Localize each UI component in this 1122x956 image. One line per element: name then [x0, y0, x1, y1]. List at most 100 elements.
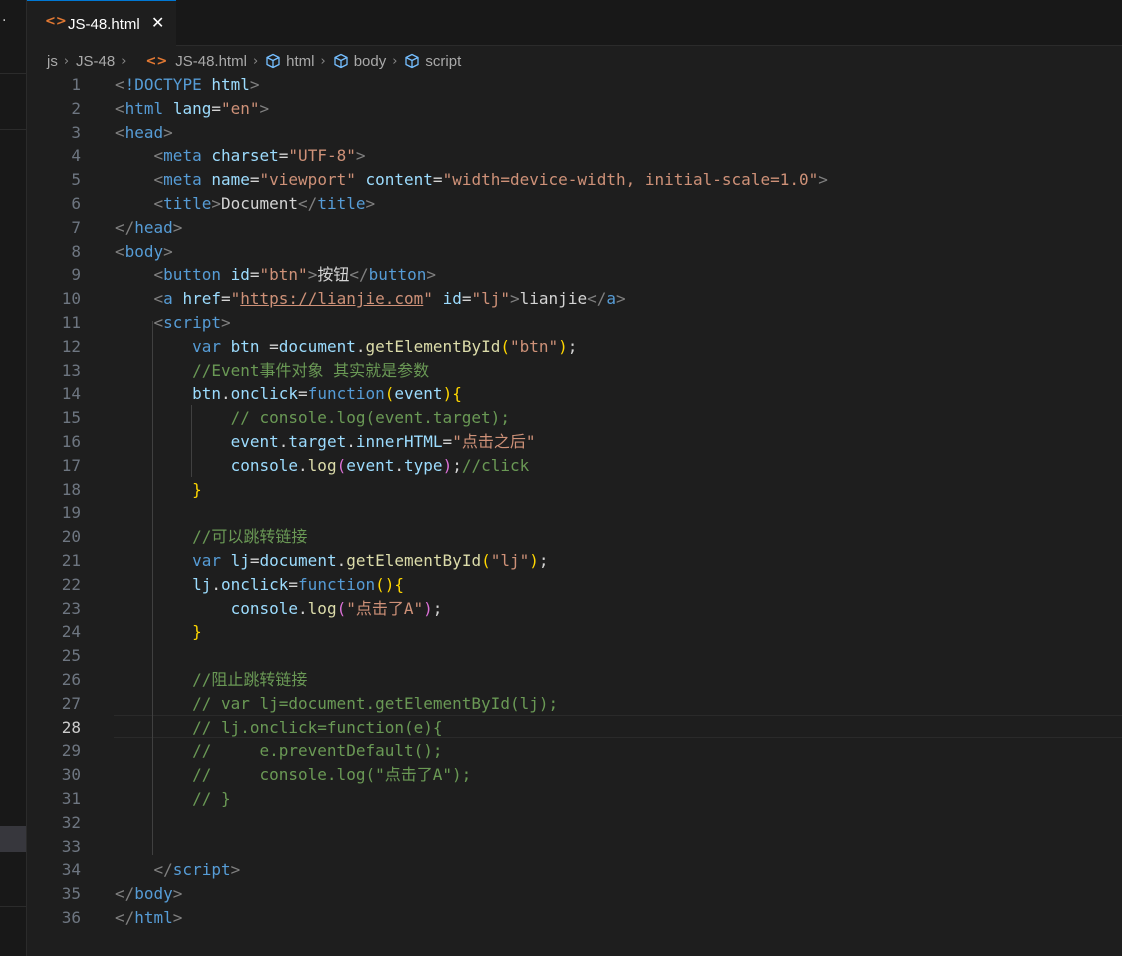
code-line[interactable]: 1 <!DOCTYPE html> [27, 73, 1122, 97]
code-line[interactable]: 26 //阻止跳转链接 [27, 668, 1122, 692]
code-line[interactable]: 18 } [27, 478, 1122, 502]
breadcrumb-item[interactable]: js [47, 53, 58, 70]
code-text: btn.onclick=function(event){ [192, 384, 462, 404]
line-number: 4 [71, 146, 81, 166]
code-line[interactable]: 23 console.log("点击了A"); [27, 597, 1122, 621]
line-number: 32 [61, 812, 81, 832]
line-number: 9 [71, 265, 81, 285]
code-text: console.log("点击了A"); [230, 598, 443, 618]
line-number: 22 [61, 574, 81, 594]
code-text: // } [192, 789, 231, 808]
divider [0, 906, 26, 907]
line-number: 17 [61, 455, 81, 475]
chevron-right-icon: › [320, 53, 326, 69]
code-line[interactable]: 13 //Event事件对象 其实就是参数 [27, 359, 1122, 383]
code-line[interactable]: 27 // var lj=document.getElementById(lj)… [27, 692, 1122, 716]
code-text: // lj.onclick=function(e){ [192, 717, 443, 737]
code-text: <script> [153, 313, 231, 332]
line-number: 27 [61, 693, 81, 713]
code-text: <!DOCTYPE html> [115, 75, 260, 94]
code-text: </html> [115, 908, 183, 927]
line-number: 24 [61, 622, 81, 642]
code-line[interactable]: 25 [27, 644, 1122, 668]
code-line[interactable]: 33 [27, 835, 1122, 859]
code-line[interactable]: 6 <title>Document</title> [27, 192, 1122, 216]
code-text: </script> [153, 860, 241, 880]
code-text: <meta name="viewport" content="width=dev… [153, 170, 828, 190]
code-line[interactable]: 22 lj.onclick=function(){ [27, 573, 1122, 597]
code-line[interactable]: 4 <meta charset="UTF-8"> [27, 144, 1122, 168]
tab-label: JS-48.html [68, 16, 140, 33]
code-text: var lj=document.getElementById("lj"); [192, 551, 549, 570]
selected-item-highlight[interactable] [0, 826, 26, 852]
code-line[interactable]: 10 <a href="https://lianjie.com" id="lj"… [27, 287, 1122, 311]
code-line[interactable]: 34 </script> [27, 858, 1122, 882]
code-line[interactable]: 31 // } [27, 787, 1122, 811]
code-line[interactable]: 30 // console.log("点击了A"); [27, 763, 1122, 787]
code-line[interactable]: 3 <head> [27, 121, 1122, 145]
chevron-right-icon: › [63, 53, 70, 69]
line-number: 3 [71, 122, 81, 142]
line-number: 1 [71, 75, 81, 94]
breadcrumb-label: js [47, 52, 58, 70]
code-line[interactable]: 35 </body> [27, 882, 1122, 906]
line-number: 7 [71, 217, 81, 237]
more-icon[interactable]: · [2, 14, 6, 28]
side-panel-strip: · [0, 0, 27, 956]
line-number: 26 [61, 670, 81, 689]
code-text: <body> [115, 241, 173, 261]
breadcrumb-label: JS-48.html [175, 52, 247, 70]
code-line[interactable]: 15 // console.log(event.target); [27, 406, 1122, 430]
code-text: </head> [115, 217, 183, 237]
symbol-element-icon [404, 53, 420, 69]
code-line[interactable]: 9 <button id="btn">按钮</button> [27, 263, 1122, 287]
code-line[interactable]: 14 btn.onclick=function(event){ [27, 382, 1122, 406]
breadcrumb-item[interactable]: script [404, 53, 461, 70]
breadcrumb-item[interactable]: html [265, 53, 314, 70]
code-text: <head> [115, 122, 173, 142]
code-line[interactable]: 32 [27, 811, 1122, 835]
html-file-icon: <> [145, 53, 168, 69]
code-line[interactable]: 5 <meta name="viewport" content="width=d… [27, 168, 1122, 192]
breadcrumb-label: JS-48 [76, 52, 116, 70]
line-number: 36 [61, 908, 81, 927]
breadcrumb-item[interactable]: JS-48 [76, 53, 115, 70]
breadcrumb-label: body [353, 52, 387, 70]
code-line[interactable]: 24 } [27, 620, 1122, 644]
line-number: 35 [61, 884, 81, 904]
code-text: //Event事件对象 其实就是参数 [192, 360, 430, 380]
code-line[interactable]: 11 <script> [27, 311, 1122, 335]
code-line[interactable]: 12 var btn =document.getElementById("btn… [27, 335, 1122, 359]
code-line[interactable]: 17 console.log(event.type);//click [27, 454, 1122, 478]
line-number: 16 [61, 432, 81, 451]
breadcrumb-item[interactable]: <> JS-48.html [133, 53, 247, 70]
code-line[interactable]: 29 // e.preventDefault(); [27, 739, 1122, 763]
code-editor[interactable]: 1 <!DOCTYPE html> 2 <html lang="en"> 3 <head>… [27, 73, 1122, 956]
line-number: 34 [61, 860, 81, 880]
close-icon[interactable]: ✕ [151, 13, 164, 32]
line-number: 20 [61, 527, 81, 547]
breadcrumb-item[interactable]: body [333, 52, 387, 70]
symbol-element-icon [333, 53, 349, 69]
breadcrumb: js › JS-48 › <> JS-48.html › html › body › script [47, 50, 461, 72]
breadcrumb-label: html [286, 52, 315, 70]
line-number: 11 [61, 313, 81, 332]
line-number: 28 [61, 717, 81, 737]
chevron-right-icon: › [121, 53, 127, 69]
code-line[interactable]: 36 </html> [27, 906, 1122, 930]
code-line[interactable]: 8 <body> [27, 240, 1122, 264]
code-line[interactable]: 7 </head> [27, 216, 1122, 240]
line-number: 19 [61, 503, 81, 523]
code-line[interactable]: 21 var lj=document.getElementById("lj"); [27, 549, 1122, 573]
code-text: // console.log(event.target); [230, 408, 510, 428]
code-line[interactable]: 20 //可以跳转链接 [27, 525, 1122, 549]
line-number: 6 [71, 194, 81, 213]
code-line[interactable]: 28 // lj.onclick=function(e){ [27, 716, 1122, 740]
code-line[interactable]: 2 <html lang="en"> [27, 97, 1122, 121]
code-line[interactable]: 16 event.target.innerHTML="点击之后" [27, 430, 1122, 454]
tab-js-48-html[interactable]: <> JS-48.html ✕ [27, 0, 176, 46]
code-line[interactable]: 19 [27, 501, 1122, 525]
code-text: //阻止跳转链接 [192, 670, 308, 689]
code-text: <a href="https://lianjie.com" id="lj">li… [153, 289, 626, 309]
divider [0, 129, 26, 130]
